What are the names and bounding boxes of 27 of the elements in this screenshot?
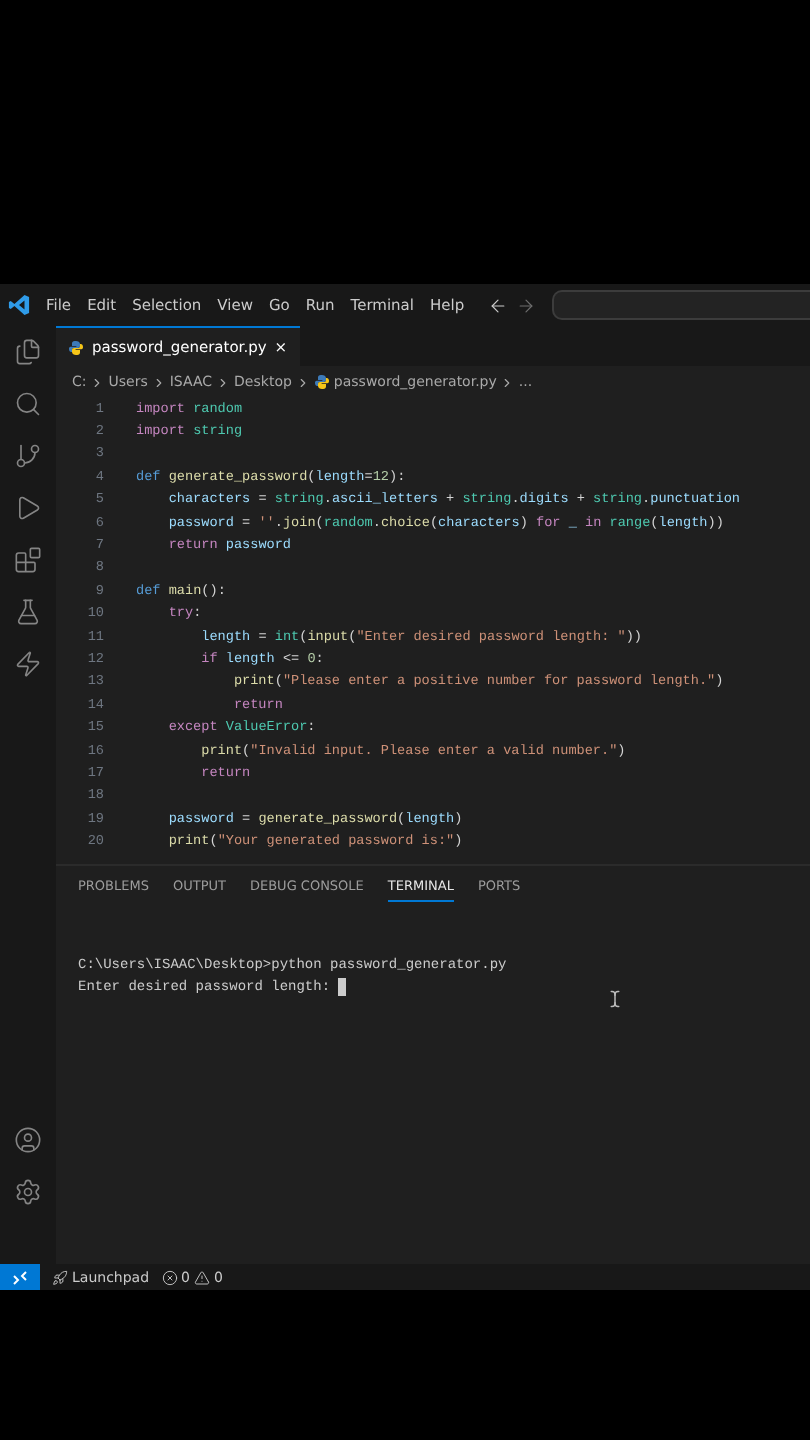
- back-arrow-icon[interactable]: [488, 295, 509, 315]
- remote-button[interactable]: [0, 1264, 40, 1290]
- text-cursor-icon: [606, 990, 624, 1008]
- python-file-icon: [313, 374, 330, 390]
- text-cursor: [338, 978, 347, 996]
- flask-icon[interactable]: [14, 598, 42, 626]
- warning-icon[interactable]: [194, 1269, 210, 1285]
- search-field[interactable]: [552, 290, 810, 320]
- chevron-icon: [151, 375, 166, 389]
- app-logo-icon[interactable]: [8, 294, 30, 316]
- run-icon[interactable]: [14, 494, 42, 522]
- account-icon[interactable]: [14, 1126, 42, 1154]
- chevron-icon: [500, 375, 515, 389]
- forward-arrow-icon[interactable]: [516, 295, 537, 315]
- python-file-icon: [68, 339, 84, 355]
- chevron-icon: [90, 375, 105, 389]
- remote-icon: [12, 1269, 28, 1285]
- chevron-icon: [216, 375, 231, 389]
- chevron-icon: [295, 375, 310, 389]
- error-icon[interactable]: [161, 1269, 178, 1285]
- settings-icon[interactable]: [14, 1178, 42, 1206]
- files-icon[interactable]: [14, 338, 42, 366]
- search-icon[interactable]: [14, 390, 42, 418]
- branch-icon[interactable]: [14, 442, 42, 470]
- lightning-icon[interactable]: [14, 650, 42, 678]
- extensions-icon[interactable]: [14, 546, 42, 574]
- rocket-icon[interactable]: [52, 1269, 68, 1285]
